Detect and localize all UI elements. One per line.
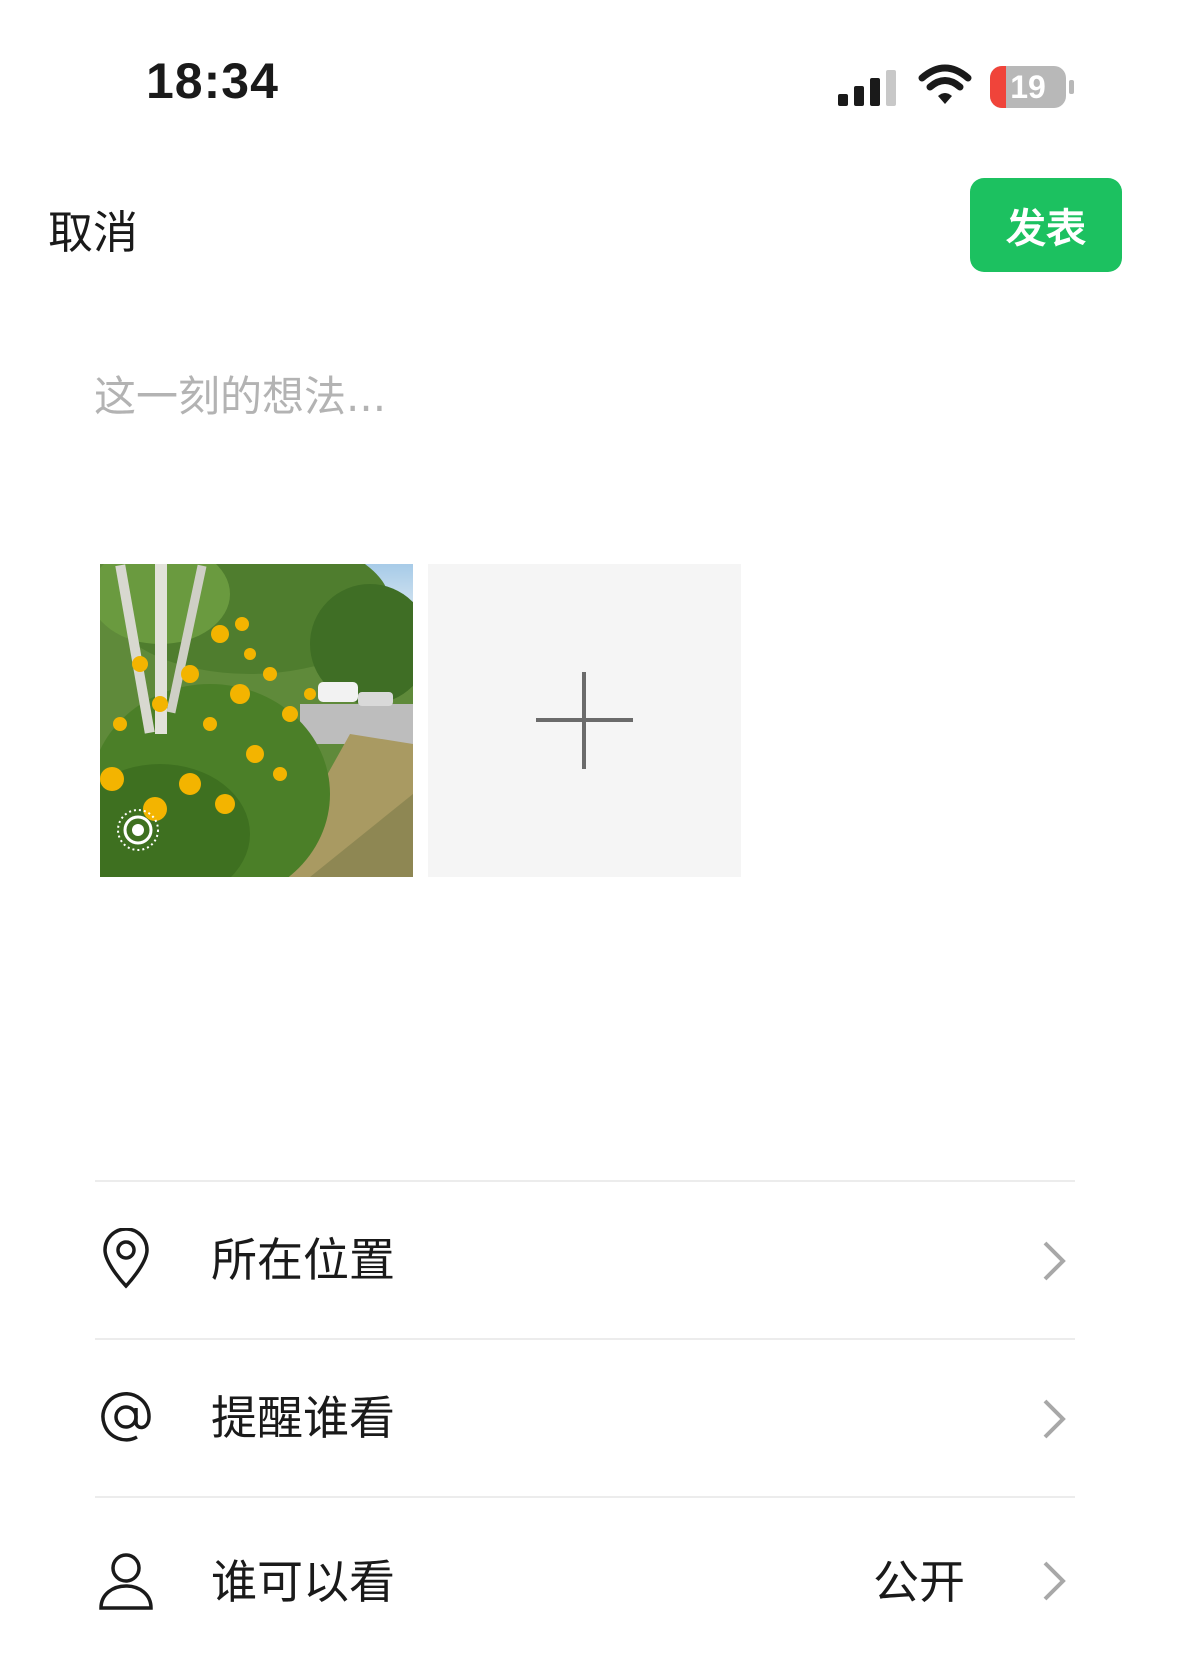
cancel-button[interactable]: 取消 (48, 196, 138, 261)
battery-icon: 19 (990, 66, 1076, 108)
live-photo-icon (117, 809, 159, 851)
photo-thumbnail[interactable] (100, 564, 413, 877)
visibility-row[interactable]: 谁可以看 公开 (95, 1498, 1075, 1654)
visibility-label: 谁可以看 (211, 1555, 395, 1609)
location-label: 所在位置 (211, 1233, 395, 1287)
plus-icon (536, 672, 633, 769)
mention-label: 提醒谁看 (211, 1391, 395, 1445)
location-row[interactable]: 所在位置 (95, 1182, 1075, 1338)
chevron-right-icon (1043, 1561, 1066, 1601)
wifi-icon (918, 64, 972, 104)
location-pin-icon (103, 1228, 149, 1289)
cellular-signal-icon (838, 70, 896, 106)
publish-button[interactable]: 发表 (970, 178, 1122, 272)
at-sign-icon (101, 1392, 151, 1442)
visibility-value: 公开 (873, 1555, 965, 1609)
person-icon (99, 1553, 153, 1610)
add-photo-button[interactable] (428, 564, 741, 877)
thought-input[interactable] (92, 360, 1056, 432)
battery-level: 19 (1010, 69, 1046, 105)
chevron-right-icon (1043, 1241, 1066, 1281)
chevron-right-icon (1043, 1399, 1066, 1439)
mention-row[interactable]: 提醒谁看 (95, 1340, 1075, 1496)
status-bar: 18:34 19 (0, 0, 1179, 140)
status-time: 18:34 (146, 53, 279, 109)
